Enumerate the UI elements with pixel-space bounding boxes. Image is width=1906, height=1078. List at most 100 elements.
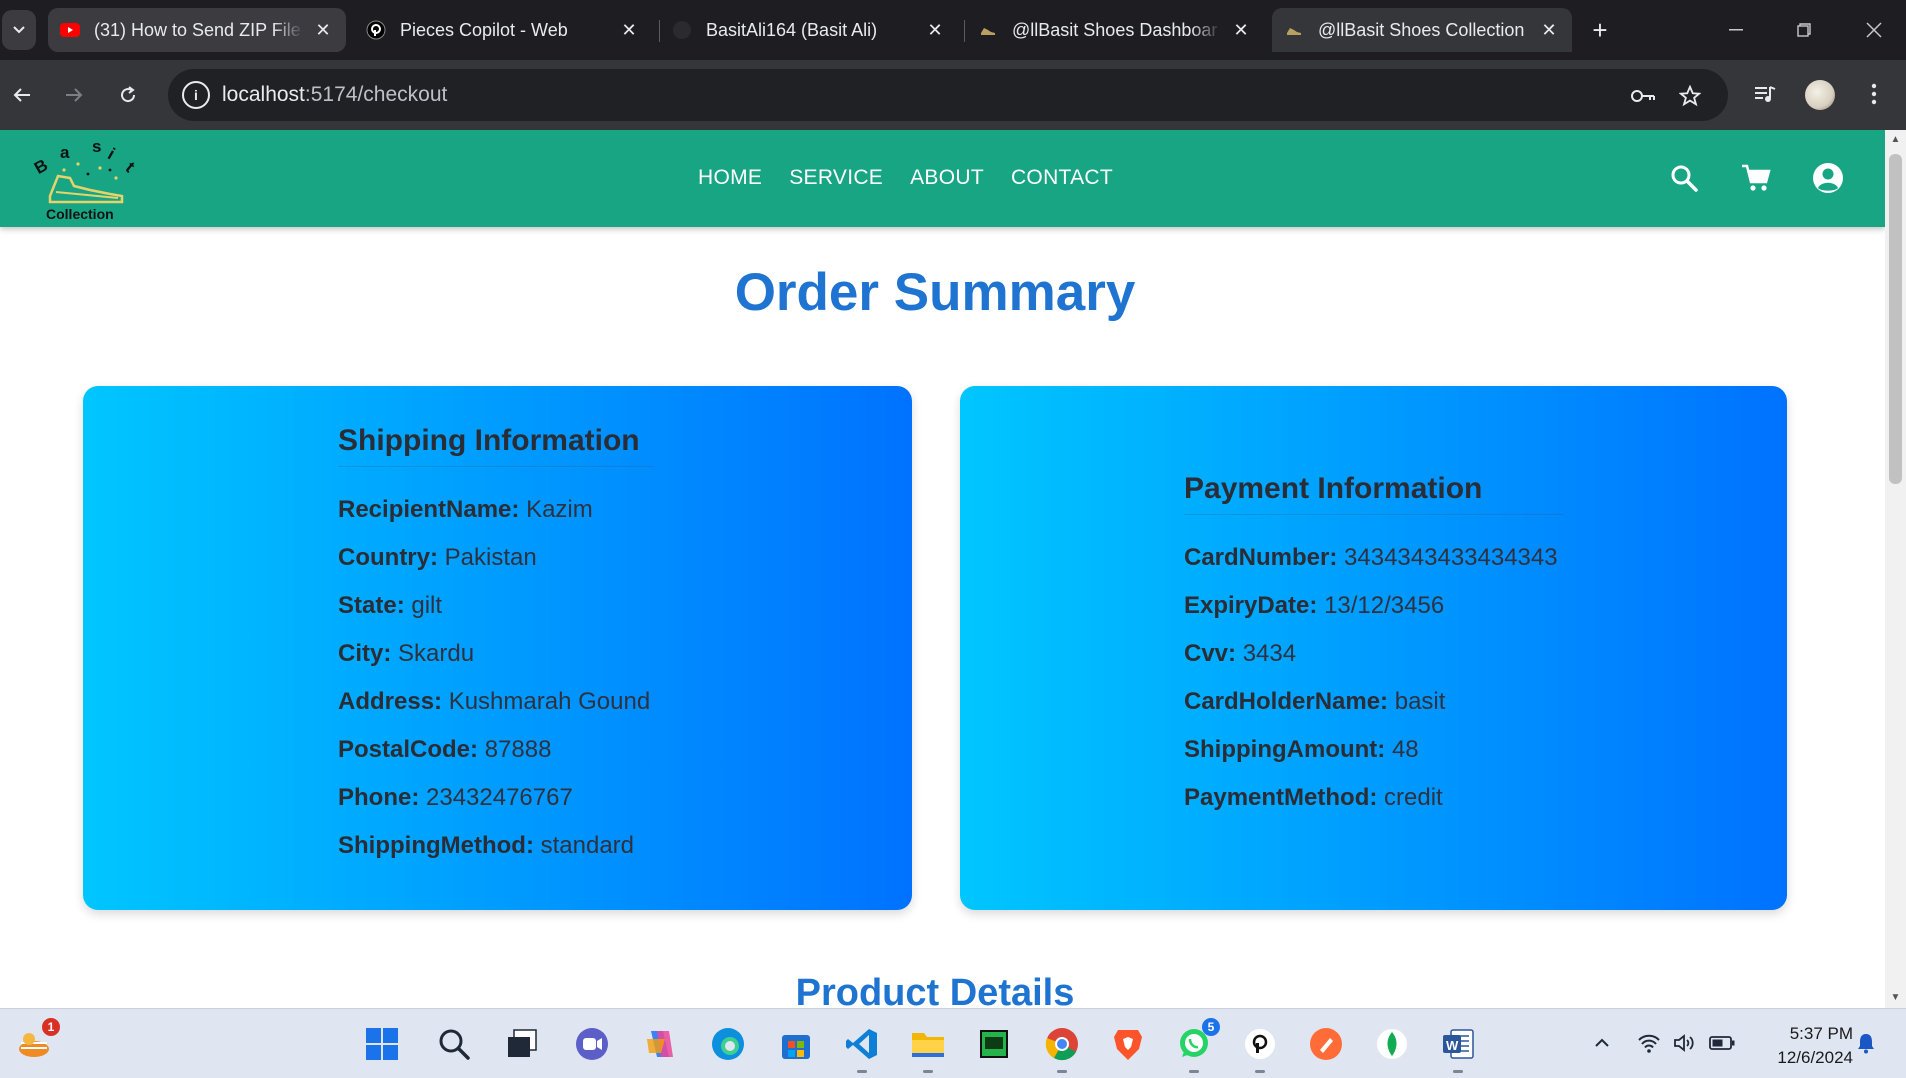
nav-home[interactable]: HOME xyxy=(698,166,762,190)
tab-youtube[interactable]: (31) How to Send ZIP File ✕ xyxy=(48,8,346,52)
more-menu-icon[interactable] xyxy=(1856,76,1892,112)
browser-window: (31) How to Send ZIP File ✕ Pieces Copil… xyxy=(0,0,1906,1008)
search-icon[interactable] xyxy=(1666,160,1702,196)
close-icon[interactable]: ✕ xyxy=(618,19,640,41)
shipping-info-heading: Shipping Information xyxy=(338,424,654,467)
running-indicator xyxy=(1057,1070,1067,1073)
taskbar-file-explorer[interactable] xyxy=(908,1024,948,1073)
shoe-icon xyxy=(978,20,998,40)
show-hidden-icons-button[interactable] xyxy=(1588,1029,1616,1057)
taskbar-postman[interactable] xyxy=(1306,1024,1346,1064)
field-label: State: xyxy=(338,592,405,619)
payment-info-card: Payment Information CardNumber: 34343434… xyxy=(960,386,1787,910)
field-value: Pakistan xyxy=(444,544,537,571)
notification-bell-icon[interactable] xyxy=(1852,1029,1880,1057)
password-key-icon[interactable] xyxy=(1626,79,1660,113)
store-icon xyxy=(782,1035,810,1059)
field-label: ExpiryDate: xyxy=(1184,592,1318,619)
shipping-row: Address: Kushmarah Gound xyxy=(338,688,650,716)
tab-title: @llBasit Shoes Collection xyxy=(1318,19,1525,40)
tab-title: (31) How to Send ZIP File xyxy=(94,19,301,40)
shipping-info-card: Shipping Information RecipientName: Kazi… xyxy=(83,386,912,910)
tab-title: @llBasit Shoes Dashboar xyxy=(1012,19,1218,40)
tab-pieces[interactable]: Pieces Copilot - Web ✕ xyxy=(354,8,652,52)
media-control-icon[interactable] xyxy=(1747,76,1783,112)
field-value: 3434 xyxy=(1242,640,1297,667)
main-nav: HOME SERVICE ABOUT CONTACT xyxy=(698,166,1140,190)
field-label: PaymentMethod: xyxy=(1184,784,1378,811)
nav-about[interactable]: ABOUT xyxy=(910,166,984,190)
widgets-badge: 1 xyxy=(42,1018,60,1036)
pieces-icon xyxy=(1245,1029,1275,1059)
tab-search-button[interactable] xyxy=(2,10,36,50)
close-icon[interactable]: ✕ xyxy=(924,19,946,41)
taskbar-edge[interactable] xyxy=(708,1024,748,1064)
system-clock[interactable]: 5:37 PM 12/6/2024 xyxy=(1753,1022,1853,1070)
field-label: City: xyxy=(338,640,392,667)
windows-icon xyxy=(366,1028,398,1060)
scrollbar-thumb[interactable] xyxy=(1889,154,1902,484)
tab-shoes-dashboard[interactable]: @llBasit Shoes Dashboar ✕ xyxy=(966,8,1264,52)
taskbar-copilot[interactable] xyxy=(640,1024,680,1064)
shipping-row: ShippingMethod: standard xyxy=(338,832,634,860)
payment-row: CardNumber: 3434343433434343 xyxy=(1184,544,1558,572)
taskbar-vscode[interactable] xyxy=(842,1024,882,1073)
taskbar-whatsapp[interactable]: 5 xyxy=(1174,1018,1220,1073)
field-value: basit xyxy=(1394,688,1446,715)
taskbar-teams[interactable] xyxy=(572,1024,612,1064)
tab-shoes-collection[interactable]: @llBasit Shoes Collection ✕ xyxy=(1272,8,1572,52)
field-label: CardHolderName: xyxy=(1184,688,1389,715)
page-scrollbar[interactable]: ▲ ▼ xyxy=(1885,130,1906,1008)
battery-icon[interactable] xyxy=(1708,1029,1736,1057)
field-value: Kazim xyxy=(526,496,593,523)
close-icon[interactable]: ✕ xyxy=(312,19,334,41)
taskbar-pieces[interactable] xyxy=(1240,1024,1280,1073)
url-text[interactable]: localhost:5174/checkout xyxy=(222,83,447,107)
minimize-button[interactable] xyxy=(1716,12,1756,48)
github-icon xyxy=(672,20,692,40)
chevron-down-icon xyxy=(13,26,25,34)
start-button[interactable] xyxy=(362,1024,402,1064)
taskbar-chrome[interactable] xyxy=(1042,1024,1082,1073)
address-bar[interactable]: i localhost:5174/checkout xyxy=(168,69,1728,121)
widgets-button[interactable]: 1 xyxy=(14,1018,60,1064)
site-info-icon[interactable]: i xyxy=(182,81,210,109)
logo-letter: B xyxy=(31,155,51,178)
field-value: 3434343433434343 xyxy=(1344,544,1558,571)
product-details-heading: Product Details xyxy=(795,972,1075,1008)
taskbar-word[interactable]: W xyxy=(1438,1024,1478,1073)
pieces-icon xyxy=(366,20,386,40)
wifi-icon[interactable] xyxy=(1635,1029,1663,1057)
task-view-button[interactable] xyxy=(502,1024,542,1064)
field-label: ShippingMethod: xyxy=(338,832,534,859)
scroll-down-icon[interactable]: ▼ xyxy=(1890,992,1901,1003)
tab-github[interactable]: BasitAli164 (Basit Ali) ✕ xyxy=(660,8,958,52)
close-icon xyxy=(1866,22,1882,38)
close-icon[interactable]: ✕ xyxy=(1230,19,1252,41)
mongodb-leaf-icon xyxy=(1377,1029,1407,1059)
taskbar-brave[interactable] xyxy=(1108,1024,1148,1064)
avatar xyxy=(1805,80,1835,110)
site-logo[interactable]: B a s i t Collection xyxy=(30,134,150,222)
close-window-button[interactable] xyxy=(1854,12,1894,48)
clock-date: 12/6/2024 xyxy=(1777,1048,1853,1067)
back-button[interactable] xyxy=(0,73,44,117)
bookmark-star-icon[interactable] xyxy=(1673,79,1707,113)
new-tab-button[interactable]: + xyxy=(1586,12,1614,48)
taskbar-terminal-app[interactable] xyxy=(974,1024,1014,1064)
nav-service[interactable]: SERVICE xyxy=(789,166,883,190)
taskbar-search[interactable] xyxy=(434,1024,474,1064)
restore-button[interactable] xyxy=(1784,12,1824,48)
taskbar-mongodb[interactable] xyxy=(1372,1024,1412,1064)
nav-contact[interactable]: CONTACT xyxy=(1011,166,1113,190)
reload-button[interactable] xyxy=(106,73,150,117)
forward-button[interactable] xyxy=(52,73,96,117)
cart-icon[interactable] xyxy=(1738,160,1774,196)
account-icon[interactable] xyxy=(1810,160,1846,196)
taskbar-store[interactable] xyxy=(776,1024,816,1064)
restore-icon xyxy=(1797,23,1811,37)
scroll-up-icon[interactable]: ▲ xyxy=(1890,134,1901,145)
close-icon[interactable]: ✕ xyxy=(1538,19,1560,41)
word-icon: W xyxy=(1443,1029,1474,1059)
volume-icon[interactable] xyxy=(1671,1029,1699,1057)
